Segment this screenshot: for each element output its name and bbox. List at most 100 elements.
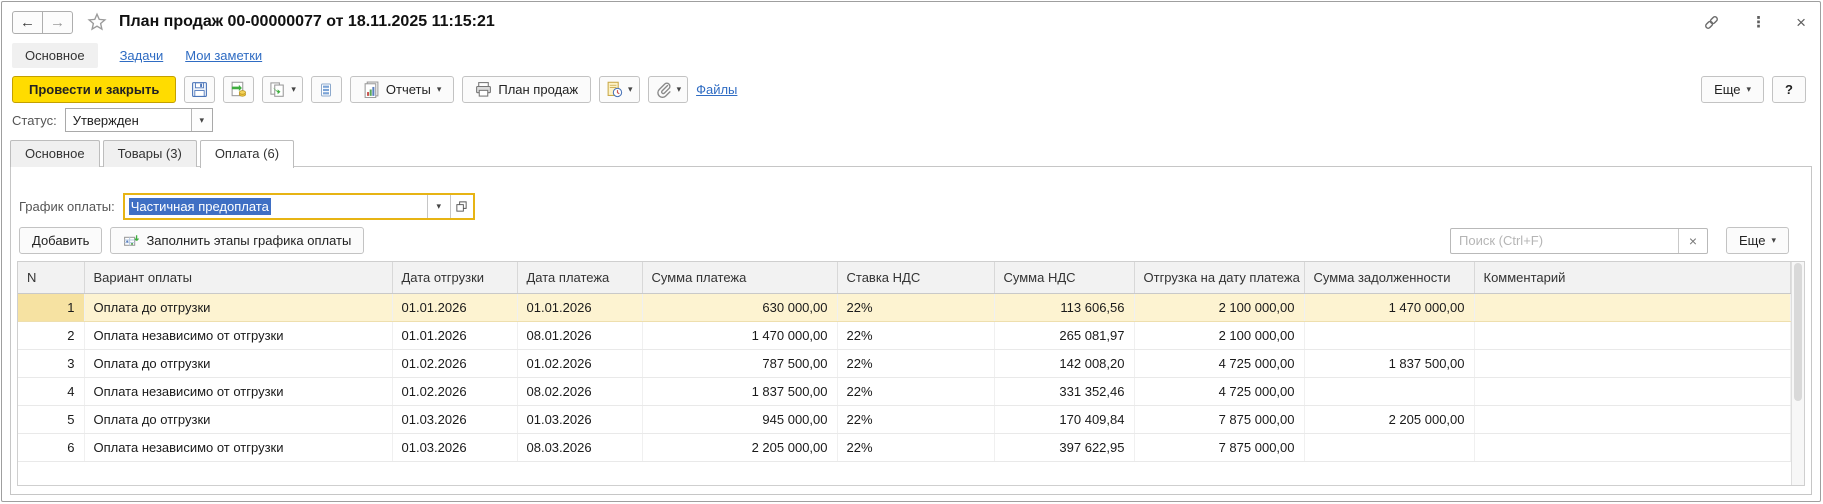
cell-n[interactable]: 3 [18, 350, 84, 378]
cell-n[interactable]: 4 [18, 378, 84, 406]
cell-comment[interactable] [1474, 350, 1791, 378]
column-header-pay_date[interactable]: Дата платежа [517, 262, 642, 294]
table-row[interactable]: 4Оплата независимо от отгрузки01.02.2026… [18, 378, 1791, 406]
column-header-variant[interactable]: Вариант оплаты [84, 262, 392, 294]
payment-schedule-input[interactable]: Частичная предоплата [125, 195, 427, 218]
cell-amount[interactable]: 945 000,00 [642, 406, 837, 434]
table-row[interactable]: 3Оплата до отгрузки01.02.202601.02.20267… [18, 350, 1791, 378]
cell-debt[interactable] [1304, 378, 1474, 406]
cell-amount[interactable]: 630 000,00 [642, 294, 837, 322]
nav-tab-tasks[interactable]: Задачи [120, 48, 164, 63]
scrollbar-thumb[interactable] [1794, 263, 1802, 401]
cell-debt[interactable]: 1 837 500,00 [1304, 350, 1474, 378]
cell-amount[interactable]: 1 470 000,00 [642, 322, 837, 350]
table-row[interactable]: 6Оплата независимо от отгрузки01.03.2026… [18, 434, 1791, 462]
forward-button[interactable]: → [42, 11, 73, 34]
column-header-debt[interactable]: Сумма задолженности [1304, 262, 1474, 294]
help-button[interactable]: ? [1772, 76, 1806, 103]
print-plan-button[interactable]: План продаж [462, 76, 591, 103]
column-header-comment[interactable]: Комментарий [1474, 262, 1791, 294]
tab-payment[interactable]: Оплата (6) [200, 140, 294, 168]
post-document-button[interactable] [223, 76, 254, 103]
cell-n[interactable]: 6 [18, 434, 84, 462]
more-button-top[interactable]: Еще ▾ [1701, 76, 1764, 103]
files-link[interactable]: Файлы [696, 82, 737, 97]
cell-ship_date[interactable]: 01.01.2026 [392, 322, 517, 350]
favorite-star-icon[interactable] [87, 12, 107, 32]
cell-vat_rate[interactable]: 22% [837, 322, 994, 350]
cell-comment[interactable] [1474, 406, 1791, 434]
status-combobox[interactable]: Утвержден ▾ [65, 108, 213, 132]
create-based-on-button[interactable]: ▾ [262, 76, 303, 103]
cell-debt[interactable]: 1 470 000,00 [1304, 294, 1474, 322]
cell-vat_rate[interactable]: 22% [837, 294, 994, 322]
cell-pay_date[interactable]: 01.01.2026 [517, 294, 642, 322]
cell-shipment_on_date[interactable]: 2 100 000,00 [1134, 294, 1304, 322]
cell-amount[interactable]: 787 500,00 [642, 350, 837, 378]
back-button[interactable]: ← [12, 11, 43, 34]
cell-n[interactable]: 5 [18, 406, 84, 434]
cell-ship_date[interactable]: 01.01.2026 [392, 294, 517, 322]
search-clear-button[interactable]: × [1678, 229, 1707, 253]
cell-vat_rate[interactable]: 22% [837, 350, 994, 378]
payment-schedule-field[interactable]: Частичная предоплата ▾ [123, 193, 475, 220]
table-scrollbar[interactable] [1791, 262, 1804, 485]
cell-vat_amount[interactable]: 331 352,46 [994, 378, 1134, 406]
cell-shipment_on_date[interactable]: 7 875 000,00 [1134, 434, 1304, 462]
add-row-button[interactable]: Добавить [19, 227, 102, 254]
more-button-table[interactable]: Еще ▾ [1726, 227, 1789, 254]
cell-amount[interactable]: 2 205 000,00 [642, 434, 837, 462]
nav-tab-main[interactable]: Основное [12, 43, 98, 68]
cell-pay_date[interactable]: 01.03.2026 [517, 406, 642, 434]
cell-pay_date[interactable]: 08.02.2026 [517, 378, 642, 406]
tab-goods[interactable]: Товары (3) [103, 140, 197, 167]
column-header-n[interactable]: N [18, 262, 84, 294]
payment-schedule-open-button[interactable] [450, 195, 473, 218]
cell-shipment_on_date[interactable]: 2 100 000,00 [1134, 322, 1304, 350]
cell-debt[interactable] [1304, 322, 1474, 350]
cell-variant[interactable]: Оплата до отгрузки [84, 294, 392, 322]
cell-variant[interactable]: Оплата независимо от отгрузки [84, 378, 392, 406]
table-row[interactable]: 5Оплата до отгрузки01.03.202601.03.20269… [18, 406, 1791, 434]
cell-vat_amount[interactable]: 113 606,56 [994, 294, 1134, 322]
cell-vat_amount[interactable]: 397 622,95 [994, 434, 1134, 462]
cell-debt[interactable] [1304, 434, 1474, 462]
table-row[interactable]: 2Оплата независимо от отгрузки01.01.2026… [18, 322, 1791, 350]
tab-main[interactable]: Основное [10, 140, 100, 167]
cell-pay_date[interactable]: 01.02.2026 [517, 350, 642, 378]
cell-shipment_on_date[interactable]: 4 725 000,00 [1134, 350, 1304, 378]
cell-ship_date[interactable]: 01.03.2026 [392, 406, 517, 434]
kebab-menu-icon[interactable]: ⋮ [1751, 15, 1766, 30]
column-header-vat_amount[interactable]: Сумма НДС [994, 262, 1134, 294]
cell-comment[interactable] [1474, 434, 1791, 462]
cell-variant[interactable]: Оплата независимо от отгрузки [84, 434, 392, 462]
post-and-close-button[interactable]: Провести и закрыть [12, 76, 176, 103]
cell-ship_date[interactable]: 01.03.2026 [392, 434, 517, 462]
cell-pay_date[interactable]: 08.03.2026 [517, 434, 642, 462]
search-input[interactable] [1451, 229, 1678, 253]
cell-vat_rate[interactable]: 22% [837, 406, 994, 434]
nav-tab-notes[interactable]: Мои заметки [185, 48, 262, 63]
reminder-button[interactable]: ▾ [599, 76, 640, 103]
register-records-button[interactable] [311, 76, 342, 103]
cell-variant[interactable]: Оплата независимо от отгрузки [84, 322, 392, 350]
attach-file-button[interactable]: ▾ [648, 76, 689, 103]
column-header-vat_rate[interactable]: Ставка НДС [837, 262, 994, 294]
cell-ship_date[interactable]: 01.02.2026 [392, 378, 517, 406]
cell-debt[interactable]: 2 205 000,00 [1304, 406, 1474, 434]
status-dropdown-button[interactable]: ▾ [191, 109, 212, 131]
cell-ship_date[interactable]: 01.02.2026 [392, 350, 517, 378]
cell-vat_amount[interactable]: 170 409,84 [994, 406, 1134, 434]
save-button[interactable] [184, 76, 215, 103]
cell-n[interactable]: 1 [18, 294, 84, 322]
cell-variant[interactable]: Оплата до отгрузки [84, 406, 392, 434]
close-icon[interactable]: × [1796, 14, 1806, 31]
cell-amount[interactable]: 1 837 500,00 [642, 378, 837, 406]
column-header-shipment_on_date[interactable]: Отгрузка на дату платежа [1134, 262, 1304, 294]
cell-shipment_on_date[interactable]: 7 875 000,00 [1134, 406, 1304, 434]
cell-vat_rate[interactable]: 22% [837, 378, 994, 406]
cell-shipment_on_date[interactable]: 4 725 000,00 [1134, 378, 1304, 406]
cell-comment[interactable] [1474, 322, 1791, 350]
table-row[interactable]: 1Оплата до отгрузки01.01.202601.01.20266… [18, 294, 1791, 322]
cell-vat_amount[interactable]: 142 008,20 [994, 350, 1134, 378]
